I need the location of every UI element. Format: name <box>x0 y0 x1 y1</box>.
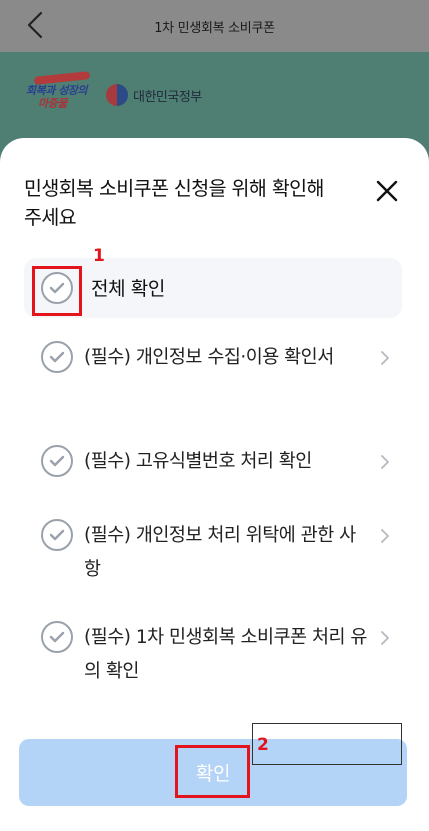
consent-item-label: (필수) 개인정보 처리 위탁에 관한 사항 <box>84 525 356 580</box>
consent-checkbox[interactable] <box>41 341 73 373</box>
chevron-right-icon[interactable] <box>380 350 390 366</box>
check-icon <box>49 455 65 467</box>
consent-item-label: (필수) 고유식별번호 처리 확인 <box>84 451 312 472</box>
annotation-number-1: 1 <box>93 246 105 266</box>
chevron-right-icon[interactable] <box>380 454 390 470</box>
consent-checkbox[interactable] <box>41 519 73 551</box>
annotation-box-1 <box>32 266 82 316</box>
consent-checkbox[interactable] <box>41 621 73 653</box>
annotation-hint-box <box>252 723 402 765</box>
consent-item-label: (필수) 개인정보 수집·이용 확인서 <box>84 347 334 368</box>
annotation-box-2 <box>175 745 250 798</box>
promo-line-2: 마중물 <box>38 97 67 110</box>
promo-logo: 회복과 성장의 마중물 <box>26 71 96 112</box>
check-all-label: 전체 확인 <box>91 278 165 300</box>
gov-logo: 대한민국정부 <box>106 84 202 106</box>
consent-item-label: (필수) 1차 민생회복 소비쿠폰 처리 유의 확인 <box>84 627 367 682</box>
chevron-right-icon[interactable] <box>380 528 390 544</box>
close-button[interactable] <box>372 176 402 206</box>
sheet-title: 민생회복 소비쿠폰 신청을 위해 확인해 주세요 <box>24 177 324 229</box>
page-title: 1차 민생회복 소비쿠폰 <box>154 20 275 36</box>
consent-checkbox[interactable] <box>41 445 73 477</box>
check-icon <box>49 631 65 643</box>
back-arrow-icon <box>27 11 43 39</box>
check-icon <box>49 529 65 541</box>
check-icon <box>49 351 65 363</box>
chevron-right-icon[interactable] <box>380 630 390 646</box>
back-button[interactable] <box>18 8 52 42</box>
taegeuk-icon <box>106 84 128 106</box>
close-icon <box>376 180 398 202</box>
gov-name: 대한민국정부 <box>133 89 202 105</box>
top-bar: 1차 민생회복 소비쿠폰 <box>0 0 429 52</box>
